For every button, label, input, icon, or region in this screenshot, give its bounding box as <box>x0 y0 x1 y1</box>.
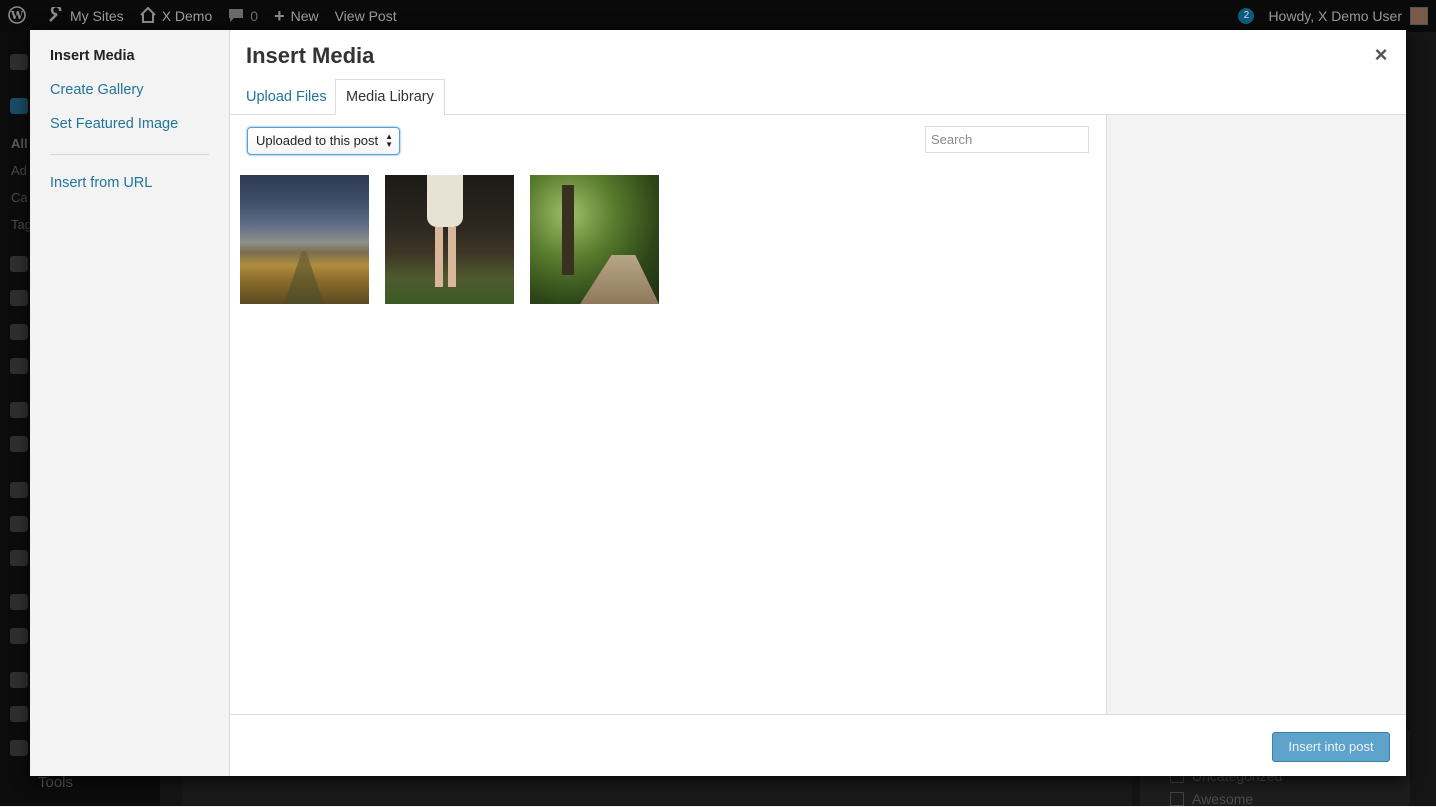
thumbnail-detail <box>448 227 456 287</box>
comments-count: 0 <box>250 8 259 24</box>
my-sites-menu[interactable]: My Sites <box>40 0 132 32</box>
admin-bar: W My Sites X Demo 0 + New View Post 2 Ho… <box>0 0 1436 32</box>
filter-selected-value: Uploaded to this post <box>256 133 379 148</box>
comments-menu[interactable]: 0 <box>220 0 266 32</box>
insert-media-modal: Insert Media Create Gallery Set Featured… <box>30 30 1406 776</box>
notification-badge[interactable]: 2 <box>1238 8 1255 24</box>
thumbnail-detail <box>562 185 574 275</box>
pin-icon <box>10 98 28 114</box>
plugins-icon <box>10 550 28 566</box>
wordpress-logo[interactable]: W <box>0 0 40 32</box>
checkbox <box>1170 792 1184 806</box>
comments-icon <box>10 358 28 374</box>
menu-all-posts: All <box>11 136 28 151</box>
appearance-icon <box>10 516 28 532</box>
attachment-filter-select[interactable]: Uploaded to this post ▲ ▼ <box>247 127 400 155</box>
category-awesome: Awesome <box>1170 791 1253 807</box>
menu-tools: Tools <box>38 774 74 791</box>
search-input[interactable] <box>925 126 1089 153</box>
tab-upload-files[interactable]: Upload Files <box>236 79 337 115</box>
media-icon <box>10 256 28 272</box>
tree-icon <box>10 628 28 644</box>
home-icon <box>139 6 156 26</box>
site-name-label: X Demo <box>161 8 213 24</box>
animal-icon <box>10 594 28 610</box>
modal-title: Insert Media <box>246 43 375 68</box>
my-sites-label: My Sites <box>70 8 124 24</box>
tab-media-library[interactable]: Media Library <box>335 79 445 116</box>
links-icon <box>10 290 28 306</box>
wrench-icon <box>48 4 64 26</box>
pen-icon <box>10 706 28 722</box>
menu-insert-media[interactable]: Insert Media <box>50 48 135 64</box>
menu-add-new: Ad <box>11 163 27 178</box>
new-label: New <box>290 8 319 24</box>
menu-tags: Tag <box>11 217 32 232</box>
menu-insert-from-url[interactable]: Insert from URL <box>50 175 152 191</box>
thumbnail-detail <box>580 255 659 304</box>
wrench-icon <box>10 672 28 688</box>
media-toolbar: Insert into post <box>230 714 1406 776</box>
attachment-thumbnail-forest[interactable] <box>530 175 659 304</box>
comment-icon <box>228 7 244 26</box>
attachment-thumbnail-field[interactable] <box>240 175 369 304</box>
view-post-link[interactable]: View Post <box>327 0 405 32</box>
menu-categories: Ca <box>11 190 28 205</box>
dashboard-icon <box>10 54 28 70</box>
select-arrows-icon: ▲ ▼ <box>385 132 393 149</box>
howdy-user-menu[interactable]: Howdy, X Demo User <box>1268 8 1402 24</box>
attachment-details-sidebar <box>1106 115 1406 714</box>
layers-icon <box>10 482 28 498</box>
close-icon[interactable]: × <box>1368 42 1394 68</box>
svg-text:W: W <box>10 9 24 22</box>
category-label: Awesome <box>1192 791 1254 807</box>
woo-icon <box>10 402 28 418</box>
menu-separator <box>50 154 209 155</box>
products-icon <box>10 436 28 452</box>
avatar[interactable] <box>1410 7 1428 25</box>
menu-create-gallery[interactable]: Create Gallery <box>50 82 143 98</box>
site-name-menu[interactable]: X Demo <box>132 0 221 32</box>
menu-set-featured-image[interactable]: Set Featured Image <box>50 116 178 132</box>
attachment-thumbnail-girl[interactable] <box>385 175 514 304</box>
thumbnail-detail <box>435 227 443 287</box>
plus-icon: + <box>274 5 285 26</box>
pages-icon <box>10 324 28 340</box>
editor-footer-dimmed <box>182 776 1132 806</box>
media-library-content: Uploaded to this post ▲ ▼ <box>230 115 1106 714</box>
insert-into-post-button[interactable]: Insert into post <box>1272 732 1390 762</box>
view-post-label: View Post <box>334 8 397 24</box>
wordpress-logo-icon: W <box>8 5 26 27</box>
thumbnail-detail <box>427 175 463 227</box>
new-content-menu[interactable]: + New <box>266 0 327 32</box>
media-frame-menu: Insert Media Create Gallery Set Featured… <box>30 30 230 776</box>
users-icon <box>10 740 28 756</box>
media-router: Upload Files Media Library <box>230 30 1406 116</box>
